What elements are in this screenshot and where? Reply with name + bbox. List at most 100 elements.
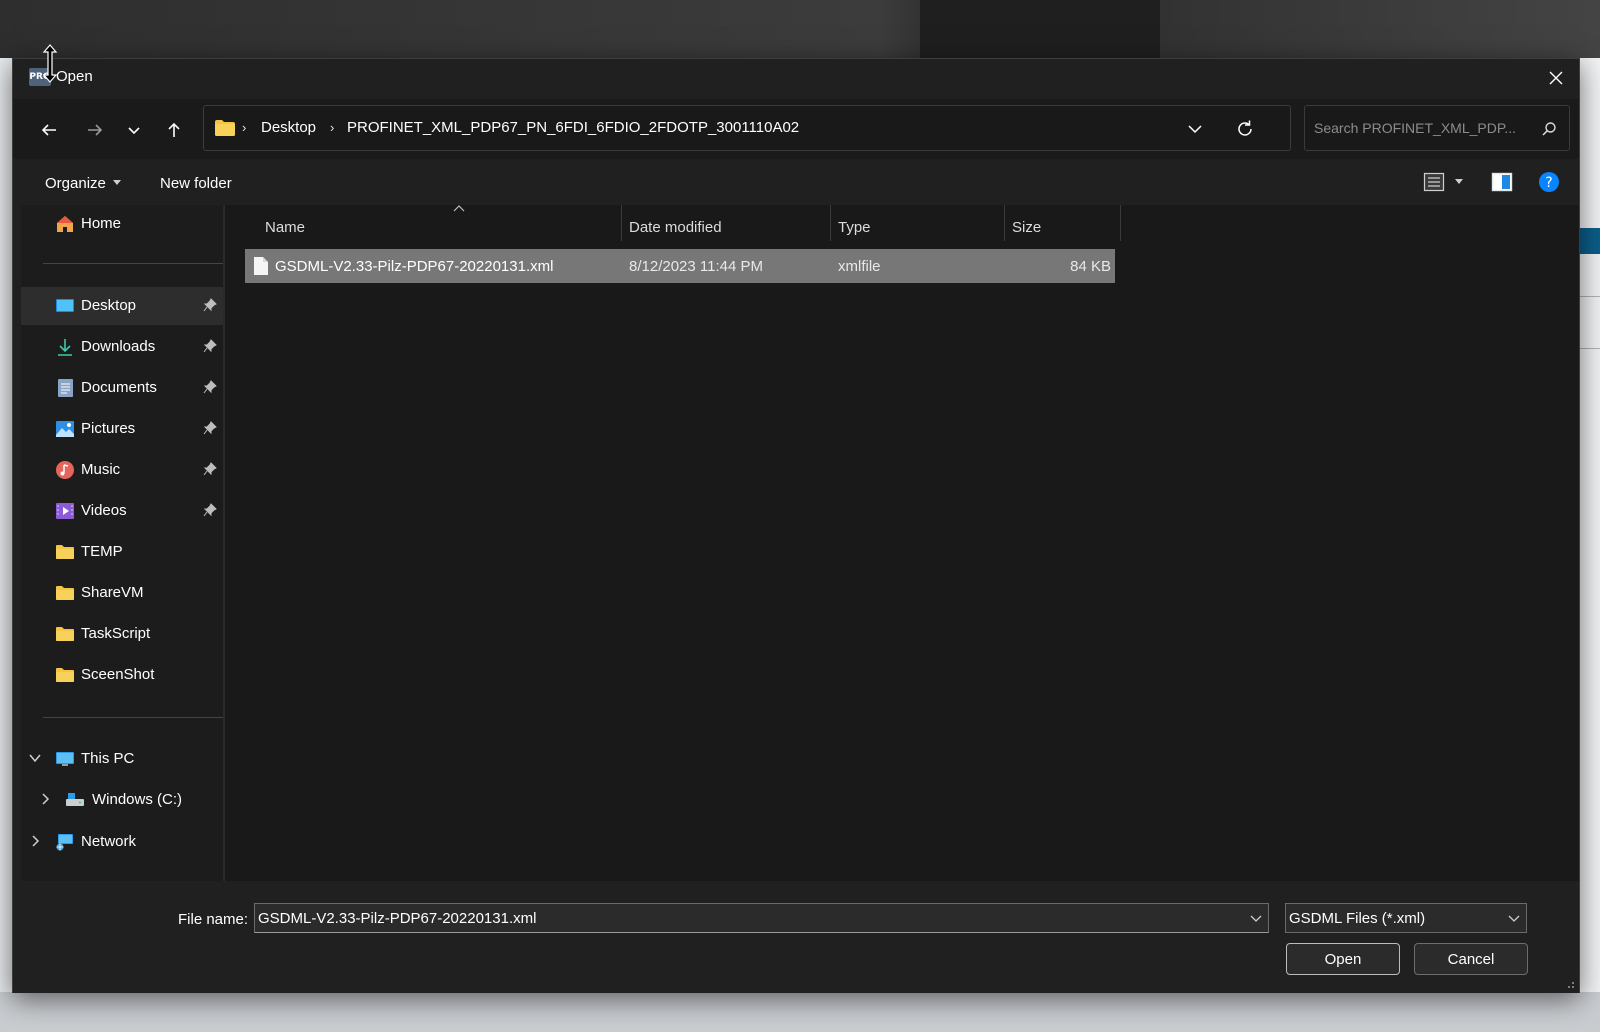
file-name-label: File name:: [178, 911, 249, 928]
pin-icon: [203, 503, 217, 517]
desktop-background: [0, 0, 1600, 60]
new-folder-button[interactable]: New folder: [160, 175, 232, 192]
pin-icon: [203, 462, 217, 476]
sidebar-item-sharevm[interactable]: ShareVM: [21, 574, 223, 612]
folder-icon: [56, 586, 74, 600]
desktop-icon: [56, 299, 74, 312]
file-name-value[interactable]: GSDML-V2.33-Pilz-PDP67-20220131.xml: [258, 910, 536, 927]
sidebar-item-label: Windows (C:): [92, 791, 183, 808]
breadcrumb-current-folder[interactable]: PROFINET_XML_PDP67_PN_6FDI_6FDIO_2FDOTP_…: [347, 119, 799, 136]
recent-locations-button[interactable]: [119, 115, 149, 145]
svg-text:?: ?: [1545, 175, 1552, 191]
column-header-name[interactable]: Name: [265, 219, 305, 236]
preview-pane-button[interactable]: [1491, 171, 1515, 195]
file-name-field[interactable]: GSDML-V2.33-Pilz-PDP67-20220131.xml: [254, 903, 1269, 933]
details-view-icon: [1423, 172, 1445, 192]
breadcrumb-desktop[interactable]: Desktop: [261, 119, 316, 136]
sidebar-item-sceenshot[interactable]: SceenShot: [21, 656, 223, 694]
sidebar-item-videos[interactable]: Videos: [21, 492, 223, 530]
sidebar-item-network[interactable]: Network: [21, 823, 223, 861]
preview-pane-icon: [1491, 172, 1513, 192]
forward-button[interactable]: [80, 115, 110, 145]
sidebar-item-desktop[interactable]: Desktop: [21, 287, 223, 325]
sidebar-item-documents[interactable]: Documents: [21, 369, 223, 407]
pin-icon: [203, 421, 217, 435]
column-header-type[interactable]: Type: [838, 219, 871, 236]
sidebar-item-taskscript[interactable]: TaskScript: [21, 615, 223, 653]
close-button[interactable]: [1533, 59, 1579, 97]
open-button[interactable]: Open: [1286, 943, 1400, 975]
drive-icon: [66, 793, 84, 806]
file-size: 84 KB: [1070, 258, 1111, 275]
file-icon: [254, 257, 268, 275]
sidebar-item-downloads[interactable]: Downloads: [21, 328, 223, 366]
home-icon: [57, 216, 73, 232]
resize-cursor-icon: [42, 44, 58, 83]
search-input[interactable]: Search PROFINET_XML_PDP...: [1314, 120, 1516, 136]
sidebar-item-this-pc[interactable]: This PC: [21, 740, 223, 778]
sidebar-divider: [43, 717, 223, 718]
dropdown-caret-icon: [113, 180, 121, 185]
breadcrumb-separator: ›: [330, 120, 335, 135]
sidebar-item-pictures[interactable]: Pictures: [21, 410, 223, 448]
change-view-button[interactable]: [1423, 171, 1471, 197]
chevron-down-icon[interactable]: [1250, 913, 1262, 923]
breadcrumb-separator: ›: [242, 120, 247, 135]
pictures-icon: [56, 421, 74, 437]
folder-icon: [56, 668, 74, 682]
search-box[interactable]: Search PROFINET_XML_PDP...: [1304, 105, 1570, 151]
sidebar-item-home[interactable]: Home: [21, 205, 223, 243]
dialog-footer: File name: GSDML-V2.33-Pilz-PDP67-202201…: [13, 881, 1579, 993]
column-header-date-modified[interactable]: Date modified: [629, 219, 722, 236]
pin-icon: [203, 298, 217, 312]
file-name: GSDML-V2.33-Pilz-PDP67-20220131.xml: [275, 258, 554, 275]
address-bar[interactable]: › Desktop › PROFINET_XML_PDP67_PN_6FDI_6…: [203, 105, 1291, 151]
background-window: [920, 0, 1160, 58]
sidebar-item-temp[interactable]: TEMP: [21, 533, 223, 571]
folder-icon: [56, 627, 74, 641]
column-divider[interactable]: [1120, 205, 1121, 241]
chevron-right-icon[interactable]: [29, 835, 41, 847]
sidebar-item-label: Network: [81, 833, 137, 850]
background-app-right: [1578, 58, 1600, 1032]
column-divider[interactable]: [1004, 205, 1005, 241]
chevron-down-icon: [1188, 125, 1202, 134]
file-type: xmlfile: [838, 258, 881, 275]
address-history-dropdown[interactable]: [1186, 120, 1206, 138]
navigation-pane: Home Desktop Downloads Documents Picture…: [21, 205, 223, 881]
chevron-right-icon[interactable]: [39, 793, 51, 805]
column-divider[interactable]: [830, 205, 831, 241]
close-icon: [1549, 71, 1563, 85]
sidebar-item-music[interactable]: Music: [21, 451, 223, 489]
chevron-down-icon[interactable]: [29, 752, 41, 764]
cancel-button[interactable]: Cancel: [1414, 943, 1528, 975]
pin-icon: [203, 380, 217, 394]
help-button[interactable]: ?: [1538, 171, 1562, 195]
download-icon: [58, 339, 72, 356]
dialog-title: Open: [56, 68, 93, 85]
search-icon: [1542, 122, 1556, 136]
sidebar-item-label: TaskScript: [81, 625, 151, 642]
organize-menu-button[interactable]: Organize: [45, 161, 125, 205]
column-header-size[interactable]: Size: [1012, 219, 1041, 236]
resize-grip-icon[interactable]: [1565, 979, 1575, 989]
file-row[interactable]: GSDML-V2.33-Pilz-PDP67-20220131.xml 8/12…: [245, 249, 1115, 283]
folder-icon: [56, 545, 74, 559]
up-button[interactable]: [159, 115, 189, 145]
sidebar-item-label: Desktop: [81, 297, 137, 314]
back-button[interactable]: [34, 115, 64, 145]
file-type-select[interactable]: GSDML Files (*.xml): [1285, 903, 1527, 933]
sidebar-item-label: TEMP: [81, 543, 123, 560]
sidebar-item-label: Home: [81, 215, 122, 232]
sidebar-item-label: Pictures: [81, 420, 136, 437]
title-bar[interactable]: PRO Open: [13, 59, 1579, 97]
refresh-button[interactable]: [1234, 118, 1256, 140]
sidebar-divider: [43, 263, 223, 264]
sidebar-item-windows-drive[interactable]: Windows (C:): [21, 781, 223, 819]
organize-label: Organize: [45, 175, 106, 192]
up-arrow-icon: [168, 122, 180, 137]
open-file-dialog: PRO Open › Desktop › PROFINET_XML_PDP67_…: [12, 58, 1580, 993]
command-bar: Organize New folder ?: [13, 161, 1579, 205]
column-divider[interactable]: [621, 205, 622, 241]
network-icon: [56, 834, 73, 851]
